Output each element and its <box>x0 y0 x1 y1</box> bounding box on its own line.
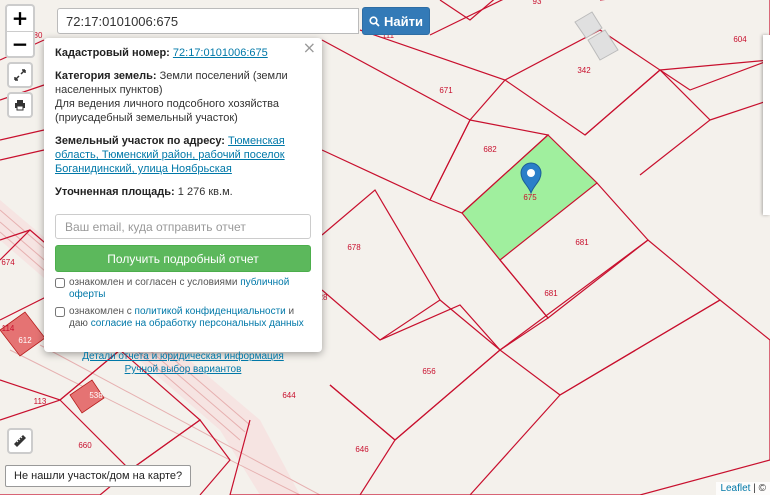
map-label: 681 <box>575 238 589 247</box>
map-label: 675 <box>523 193 537 202</box>
map-label: 342 <box>577 66 591 75</box>
zoom-out-button[interactable]: − <box>7 32 33 57</box>
get-report-button[interactable]: Получить подробный отчет <box>55 245 311 272</box>
not-found-button[interactable]: Не нашли участок/дом на карте? <box>5 465 192 487</box>
category-label: Категория земель: <box>55 70 157 82</box>
fullscreen-button[interactable] <box>7 62 33 88</box>
offer-agreement: ознакомлен и согласен с условиями публич… <box>55 277 311 301</box>
ruler-icon <box>14 435 26 447</box>
report-details-link[interactable]: Детали отчета и юридическая информация <box>55 350 311 363</box>
manual-selection-link[interactable]: Ручной выбор вариантов <box>55 363 311 376</box>
fullscreen-icon <box>14 69 26 81</box>
map-label: 612 <box>18 336 32 345</box>
zoom-control: + − <box>5 4 35 58</box>
printer-icon <box>15 100 25 111</box>
area-row: Уточненная площадь: 1 276 кв.м. <box>55 185 311 199</box>
privacy-checkbox[interactable] <box>55 307 65 317</box>
personal-data-link[interactable]: согласие на обработку персональных данны… <box>91 318 304 329</box>
map-label: 113 <box>34 397 47 406</box>
address-label: Земельный участок по адресу: <box>55 135 225 147</box>
cadastral-label: Кадастровый номер: <box>55 47 170 59</box>
attribution-rest: | © <box>750 483 766 494</box>
offer-checkbox[interactable] <box>55 278 65 288</box>
map-label: 656 <box>422 367 436 376</box>
zoom-in-button[interactable]: + <box>7 6 33 32</box>
map-label: 644 <box>282 391 296 400</box>
privacy-text: ознакомлен с <box>69 306 135 317</box>
map-label: 674 <box>1 258 15 267</box>
map-label: 646 <box>355 445 369 454</box>
popup-links: Детали отчета и юридическая информация Р… <box>55 350 311 376</box>
map-label: 604 <box>733 35 747 44</box>
privacy-policy-link[interactable]: политикой конфиденциальности <box>135 306 286 317</box>
cadastral-row: Кадастровый номер: 72:17:0101006:675 <box>55 46 311 60</box>
area-value: 1 276 кв.м. <box>177 186 233 198</box>
map-label: 93 <box>533 0 542 6</box>
map-label: 538 <box>89 391 103 400</box>
address-row: Земельный участок по адресу: Тюменская о… <box>55 134 311 176</box>
privacy-agreement: ознакомлен с политикой конфиденциальност… <box>55 306 311 330</box>
map-label: 671 <box>439 86 453 95</box>
usage-value: Для ведения личного подсобного хозяйства… <box>55 98 279 124</box>
side-panel-edge <box>763 35 770 215</box>
map-label: 681 <box>544 289 558 298</box>
print-button[interactable] <box>7 92 33 118</box>
map-label: 660 <box>78 441 92 450</box>
search-button-label: Найти <box>384 13 423 29</box>
map-label: 114 <box>2 324 15 333</box>
search-icon <box>369 15 380 27</box>
map-label: 678 <box>347 243 361 252</box>
search-button[interactable]: Найти <box>362 7 430 35</box>
email-field[interactable] <box>55 214 311 239</box>
cadastral-link[interactable]: 72:17:0101006:675 <box>173 47 268 59</box>
area-label: Уточненная площадь: <box>55 186 175 198</box>
search-input[interactable] <box>57 8 359 34</box>
parcel-info-popup: × Кадастровый номер: 72:17:0101006:675 К… <box>44 38 322 375</box>
map-label: 682 <box>483 145 497 154</box>
category-row: Категория земель: Земли поселений (земли… <box>55 69 311 125</box>
leaflet-link[interactable]: Leaflet <box>720 483 750 494</box>
close-icon[interactable]: × <box>303 40 316 56</box>
measure-button[interactable] <box>7 428 33 454</box>
offer-text: ознакомлен и согласен с условиями <box>69 277 241 288</box>
map-attribution: Leaflet | © <box>716 482 770 495</box>
